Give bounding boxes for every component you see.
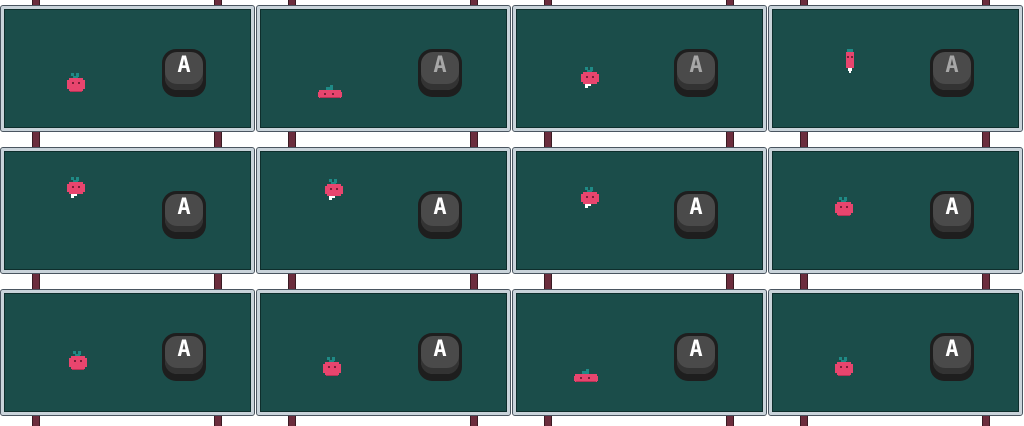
- frame-8: A: [768, 142, 1024, 284]
- a-button-icon: A: [162, 49, 206, 99]
- a-button-label: A: [945, 195, 959, 220]
- a-button-icon: A: [674, 49, 718, 99]
- frame-2: A: [256, 0, 512, 142]
- radish-pose-hop: [581, 67, 599, 88]
- frame-9: A: [0, 284, 256, 426]
- sign-panel: A: [0, 5, 255, 132]
- radish-pose-idle: [67, 73, 85, 92]
- post: [470, 414, 478, 426]
- post: [288, 414, 296, 426]
- frame-11: A: [512, 284, 768, 426]
- radish-sprite: [66, 349, 90, 377]
- radish-sprite: [574, 363, 598, 391]
- sign-panel: A: [256, 147, 511, 274]
- frame-10: A: [256, 284, 512, 426]
- a-button-icon: A: [930, 191, 974, 241]
- frame-4: A: [768, 0, 1024, 142]
- radish-sprite: [320, 355, 344, 383]
- radish-sprite: [322, 179, 346, 207]
- sign-panel: A: [0, 289, 255, 416]
- a-button-label: A: [689, 195, 703, 220]
- sign-panel: A: [512, 289, 767, 416]
- post: [726, 130, 734, 142]
- radish-pose-idle: [323, 357, 341, 376]
- sign-panel: A: [512, 5, 767, 132]
- post: [726, 272, 734, 284]
- a-button-icon: A: [930, 333, 974, 383]
- frame-3: A: [512, 0, 768, 142]
- post: [982, 130, 990, 142]
- sign-panel: A: [512, 147, 767, 274]
- radish-sprite: [578, 67, 602, 95]
- frame-1: A: [0, 0, 256, 142]
- sign-panel: A: [0, 147, 255, 274]
- post: [470, 272, 478, 284]
- radish-sprite: [64, 71, 88, 99]
- a-button-label: A: [433, 337, 447, 362]
- sign-panel: A: [768, 5, 1023, 132]
- post: [726, 414, 734, 426]
- a-button-label: A: [177, 337, 191, 362]
- post: [32, 272, 40, 284]
- a-button-label: A: [689, 337, 703, 362]
- radish-pose-stretch: [846, 49, 854, 73]
- sign-panel: A: [256, 5, 511, 132]
- sprite-sheet: A A A A A A A A A A A A: [0, 0, 1024, 426]
- frame-12: A: [768, 284, 1024, 426]
- post: [32, 414, 40, 426]
- radish-sprite: [838, 49, 862, 77]
- radish-pose-squash: [318, 85, 342, 98]
- post: [544, 414, 552, 426]
- post: [470, 130, 478, 142]
- post: [288, 130, 296, 142]
- a-button-icon: A: [162, 333, 206, 383]
- post: [800, 272, 808, 284]
- sign-panel: A: [768, 289, 1023, 416]
- a-button-icon: A: [418, 49, 462, 99]
- post: [544, 130, 552, 142]
- frame-6: A: [256, 142, 512, 284]
- radish-sprite: [318, 79, 342, 107]
- a-button-label: A: [689, 53, 703, 78]
- a-button-icon: A: [418, 191, 462, 241]
- radish-pose-hop: [67, 177, 85, 198]
- a-button-label: A: [433, 195, 447, 220]
- radish-pose-squash: [574, 369, 598, 382]
- radish-pose-hop: [581, 187, 599, 208]
- post: [800, 414, 808, 426]
- radish-sprite: [64, 177, 88, 205]
- a-button-label: A: [945, 53, 959, 78]
- sign-panel: A: [256, 289, 511, 416]
- frame-5: A: [0, 142, 256, 284]
- radish-pose-idle: [835, 197, 853, 216]
- post: [214, 130, 222, 142]
- a-button-icon: A: [162, 191, 206, 241]
- post: [544, 272, 552, 284]
- radish-sprite: [832, 195, 856, 223]
- post: [214, 414, 222, 426]
- post: [982, 272, 990, 284]
- post: [800, 130, 808, 142]
- radish-pose-idle: [835, 357, 853, 376]
- post: [32, 130, 40, 142]
- a-button-label: A: [945, 337, 959, 362]
- radish-pose-hop: [325, 179, 343, 200]
- a-button-icon: A: [418, 333, 462, 383]
- a-button-icon: A: [674, 333, 718, 383]
- post: [214, 272, 222, 284]
- radish-sprite: [578, 187, 602, 215]
- post: [288, 272, 296, 284]
- frame-7: A: [512, 142, 768, 284]
- radish-sprite: [832, 355, 856, 383]
- radish-pose-idle: [69, 351, 87, 370]
- sign-panel: A: [768, 147, 1023, 274]
- a-button-label: A: [177, 53, 191, 78]
- a-button-icon: A: [930, 49, 974, 99]
- post: [982, 414, 990, 426]
- a-button-label: A: [177, 195, 191, 220]
- a-button-icon: A: [674, 191, 718, 241]
- a-button-label: A: [433, 53, 447, 78]
